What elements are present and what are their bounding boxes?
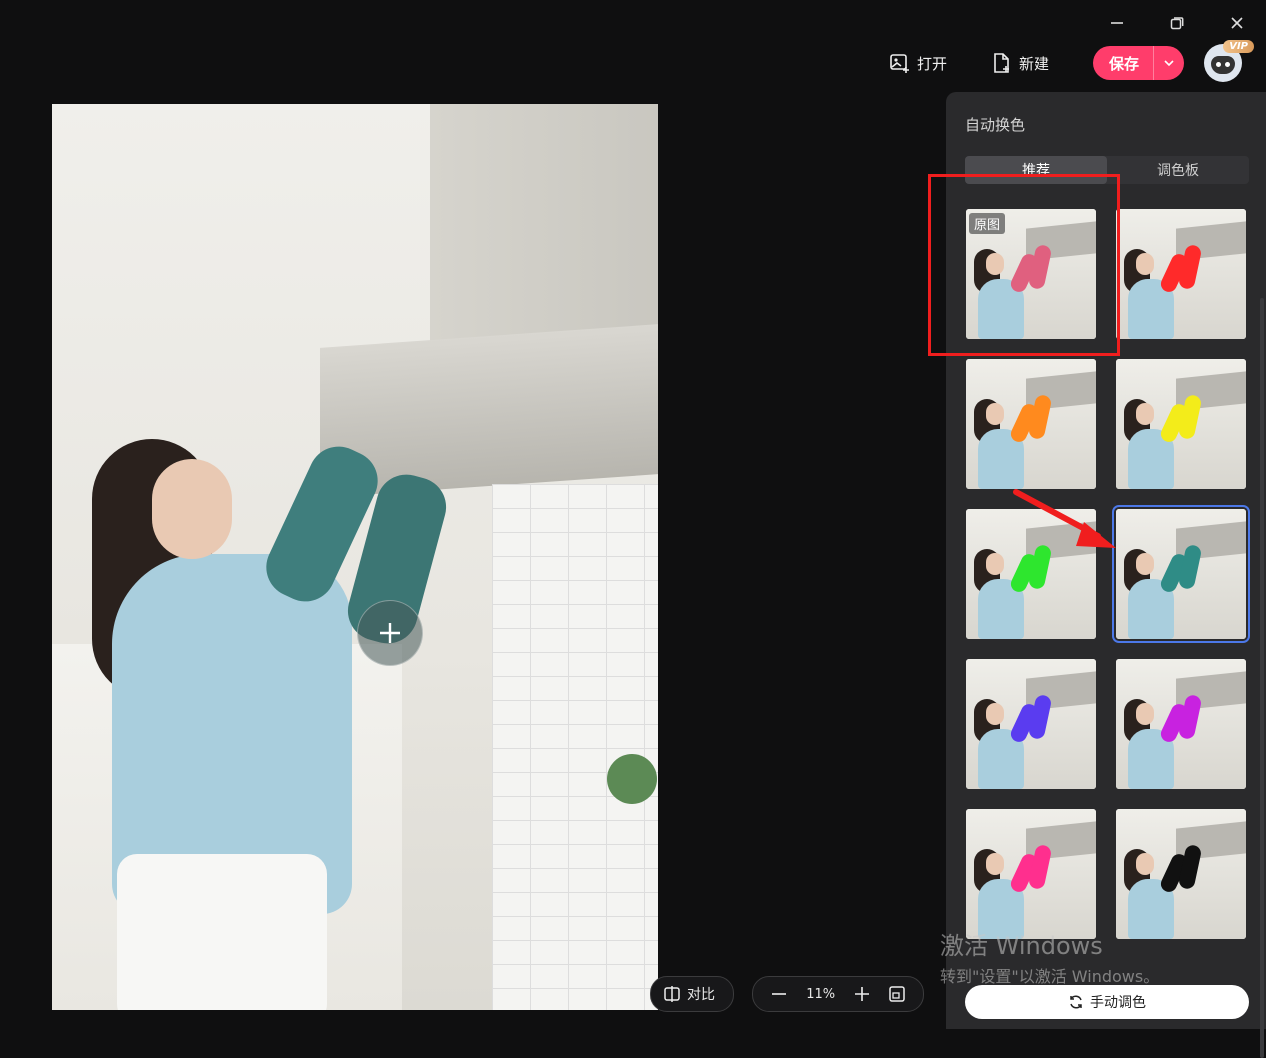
swatch-option[interactable]: [1116, 359, 1246, 489]
new-label: 新建: [1018, 54, 1049, 73]
avatar-eye: [1225, 62, 1230, 67]
new-button[interactable]: 新建: [991, 52, 1049, 74]
thumb-face: [986, 403, 1004, 425]
zoom-out-button[interactable]: [765, 980, 793, 1008]
close-icon: [1231, 17, 1243, 29]
thumb-face: [1136, 553, 1154, 575]
photo-hood-top: [430, 104, 658, 344]
thumb-face: [1136, 703, 1154, 725]
plus-icon: [380, 623, 400, 643]
annotation-highlight-box: [928, 174, 1120, 356]
save-button-group: 保存: [1092, 46, 1184, 80]
minimize-icon: [1111, 22, 1123, 24]
compare-button[interactable]: 对比: [650, 976, 734, 1012]
photo-pants: [117, 854, 327, 1010]
canvas-photo[interactable]: [52, 104, 658, 1010]
photo-tiles: [492, 484, 658, 1010]
zoom-in-button[interactable]: [848, 980, 876, 1008]
swatch-option[interactable]: [966, 809, 1096, 939]
vip-badge: VIP: [1223, 40, 1254, 53]
thumb-face: [1136, 253, 1154, 275]
swatch-option[interactable]: [966, 359, 1096, 489]
restore-button[interactable]: [1160, 8, 1194, 38]
watermark-line1: 激活 Windows: [940, 932, 1103, 960]
fit-screen-button[interactable]: [883, 980, 911, 1008]
plus-icon: [855, 987, 870, 1001]
manual-color-button[interactable]: 手动调色: [965, 985, 1249, 1019]
thumb-face: [986, 703, 1004, 725]
tab-palette[interactable]: 调色板: [1107, 156, 1249, 184]
photo-face: [152, 459, 232, 559]
new-file-icon: [994, 53, 1009, 73]
swatch-option[interactable]: [1116, 659, 1246, 789]
open-label: 打开: [916, 54, 947, 73]
open-button[interactable]: 打开: [889, 52, 947, 74]
panel-scrollbar[interactable]: [1260, 298, 1264, 1058]
bottom-controls: 对比 11%: [650, 976, 924, 1012]
add-point-button[interactable]: [357, 600, 423, 666]
avatar-eye: [1216, 62, 1221, 67]
photo-range-hood: [320, 104, 658, 498]
chevron-down-icon: [1164, 60, 1174, 67]
save-dropdown-button[interactable]: [1153, 46, 1184, 80]
save-button[interactable]: 保存: [1093, 46, 1153, 80]
photo-plant: [607, 754, 657, 804]
compare-label: 对比: [687, 987, 715, 1003]
minus-icon: [772, 993, 786, 995]
thumb-face: [986, 553, 1004, 575]
window-controls: [1100, 8, 1254, 38]
close-button[interactable]: [1220, 8, 1254, 38]
image-add-icon: [890, 54, 909, 73]
compare-icon: [664, 986, 680, 1002]
minimize-button[interactable]: [1100, 8, 1134, 38]
avatar[interactable]: VIP: [1204, 40, 1254, 82]
annotation-arrow-icon: [1013, 489, 1116, 548]
swatch-option[interactable]: [966, 659, 1096, 789]
top-toolbar: 打开 新建 保存 VIP: [889, 40, 1254, 82]
zoom-value: 11%: [806, 986, 836, 1002]
panel-title: 自动换色: [965, 116, 1026, 134]
windows-watermark: 激活 Windows 转到"设置"以激活 Windows。: [940, 926, 1159, 987]
restore-icon: [1170, 17, 1184, 30]
swatch-option[interactable]: [1116, 809, 1246, 939]
swatch-option[interactable]: [1116, 209, 1246, 339]
thumb-face: [1136, 853, 1154, 875]
avatar-face-icon: [1211, 56, 1235, 74]
refresh-icon: [1070, 995, 1082, 1009]
watermark-line2: 转到"设置"以激活 Windows。: [940, 967, 1160, 986]
zoom-control: 11%: [752, 976, 924, 1012]
fit-screen-icon: [889, 986, 905, 1002]
thumb-face: [986, 853, 1004, 875]
swatch-option[interactable]: [1112, 505, 1250, 643]
manual-color-label: 手动调色: [1090, 995, 1146, 1011]
thumb-face: [1136, 403, 1154, 425]
